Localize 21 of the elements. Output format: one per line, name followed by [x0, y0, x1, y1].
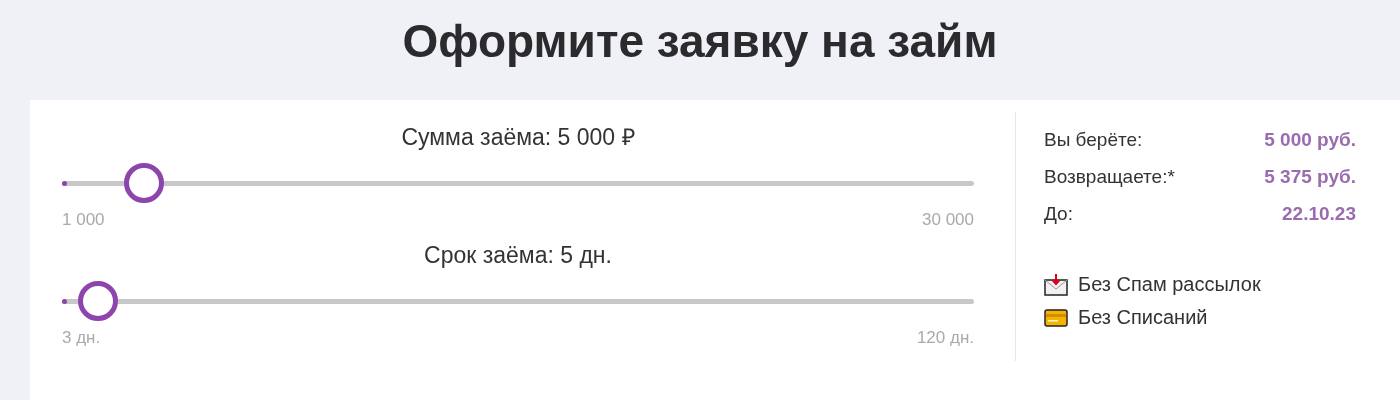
slider-min-label: 1 000 [62, 210, 105, 230]
slider-label: Сумма заёма: 5 000 ₽ [400, 123, 636, 152]
page-title: Оформите заявку на займ [401, 14, 999, 69]
credit-card-icon [1044, 308, 1068, 327]
summary-label: Возвращаете:* [1044, 165, 1175, 188]
slider-thumb[interactable] [78, 281, 119, 321]
slider-track[interactable] [62, 281, 974, 321]
slider-thumb[interactable] [124, 163, 165, 203]
envelope-icon [1044, 273, 1068, 296]
feature-label: Без Спам рассылок [1078, 273, 1261, 296]
summary-value: 5 375 руб. [1264, 165, 1356, 188]
slider-label: Срок заёма: 5 дн. [423, 241, 613, 270]
slider-track[interactable] [62, 163, 974, 203]
slider-max-label: 30 000 [922, 210, 974, 230]
feature-label: Без Списаний [1078, 306, 1208, 329]
slider-max-label: 120 дн. [916, 328, 974, 348]
slider-min-label: 3 дн. [62, 328, 101, 348]
summary-label: Вы берёте: [1044, 128, 1143, 151]
summary-value: 22.10.23 [1282, 202, 1356, 225]
summary-label: До: [1044, 202, 1073, 225]
summary-value: 5 000 руб. [1264, 128, 1356, 151]
